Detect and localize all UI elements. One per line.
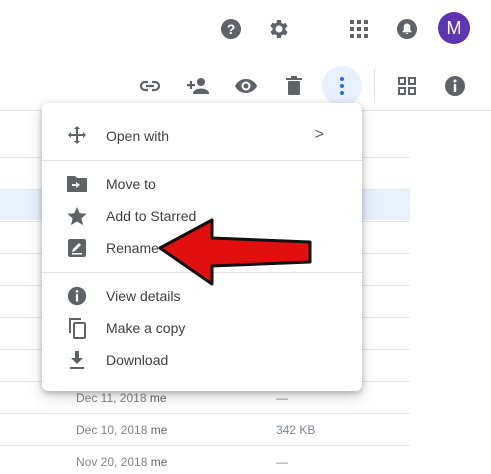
toolbar-divider xyxy=(374,68,375,102)
table-row[interactable]: Dec 10, 2018 me xyxy=(76,423,167,437)
table-row[interactable]: Nov 20, 2018 me xyxy=(76,455,167,469)
info-icon[interactable] xyxy=(441,72,469,100)
menu-item-label: Move to xyxy=(106,176,156,192)
owner: me xyxy=(150,455,168,469)
red-arrow-annotation xyxy=(158,218,312,286)
menu-item-label: Make a copy xyxy=(106,320,186,336)
more-vert-icon[interactable] xyxy=(322,66,362,106)
file-size: — xyxy=(276,455,288,469)
avatar-letter: M xyxy=(446,17,462,38)
menu-item-label: Download xyxy=(106,352,169,368)
svg-text:?: ? xyxy=(227,21,236,37)
link-icon[interactable] xyxy=(136,72,164,100)
move-arrows-icon xyxy=(64,125,90,147)
trash-icon[interactable] xyxy=(280,72,308,100)
menu-item-download[interactable]: Download xyxy=(42,345,362,375)
avatar[interactable]: M xyxy=(438,12,470,44)
download-icon xyxy=(64,349,90,371)
grid-view-icon[interactable] xyxy=(393,72,421,100)
copy-icon xyxy=(64,317,90,339)
menu-item-make-a-copy[interactable]: Make a copy xyxy=(42,313,362,343)
file-size: — xyxy=(276,391,288,405)
gear-icon[interactable] xyxy=(266,16,292,42)
chevron-right-icon: > xyxy=(314,126,324,143)
eye-icon[interactable] xyxy=(232,72,260,100)
folder-move-icon xyxy=(64,173,90,195)
menu-item-move-to[interactable]: Move to xyxy=(42,169,362,199)
row-divider xyxy=(0,413,410,414)
pencil-icon xyxy=(64,237,90,259)
add-person-icon[interactable] xyxy=(184,72,212,100)
menu-divider xyxy=(42,160,362,161)
modified-date: Dec 11, 2018 xyxy=(76,391,147,405)
owner: me xyxy=(149,391,167,405)
modified-date: Dec 10, 2018 xyxy=(76,423,148,437)
star-icon xyxy=(64,205,90,227)
bell-icon[interactable] xyxy=(394,16,420,42)
table-row[interactable]: Dec 11, 2018 me xyxy=(76,391,167,405)
owner: me xyxy=(150,423,168,437)
menu-item-label: View details xyxy=(106,288,181,304)
modified-date: Nov 20, 2018 xyxy=(76,455,148,469)
file-size: 342 KB xyxy=(276,423,316,437)
apps-grid-icon[interactable] xyxy=(346,16,372,42)
info-icon xyxy=(64,285,90,307)
menu-item-label: Open with xyxy=(106,128,170,144)
row-divider xyxy=(0,445,410,446)
menu-item-open-with[interactable]: Open with > xyxy=(42,121,362,151)
help-icon[interactable]: ? xyxy=(218,16,244,42)
